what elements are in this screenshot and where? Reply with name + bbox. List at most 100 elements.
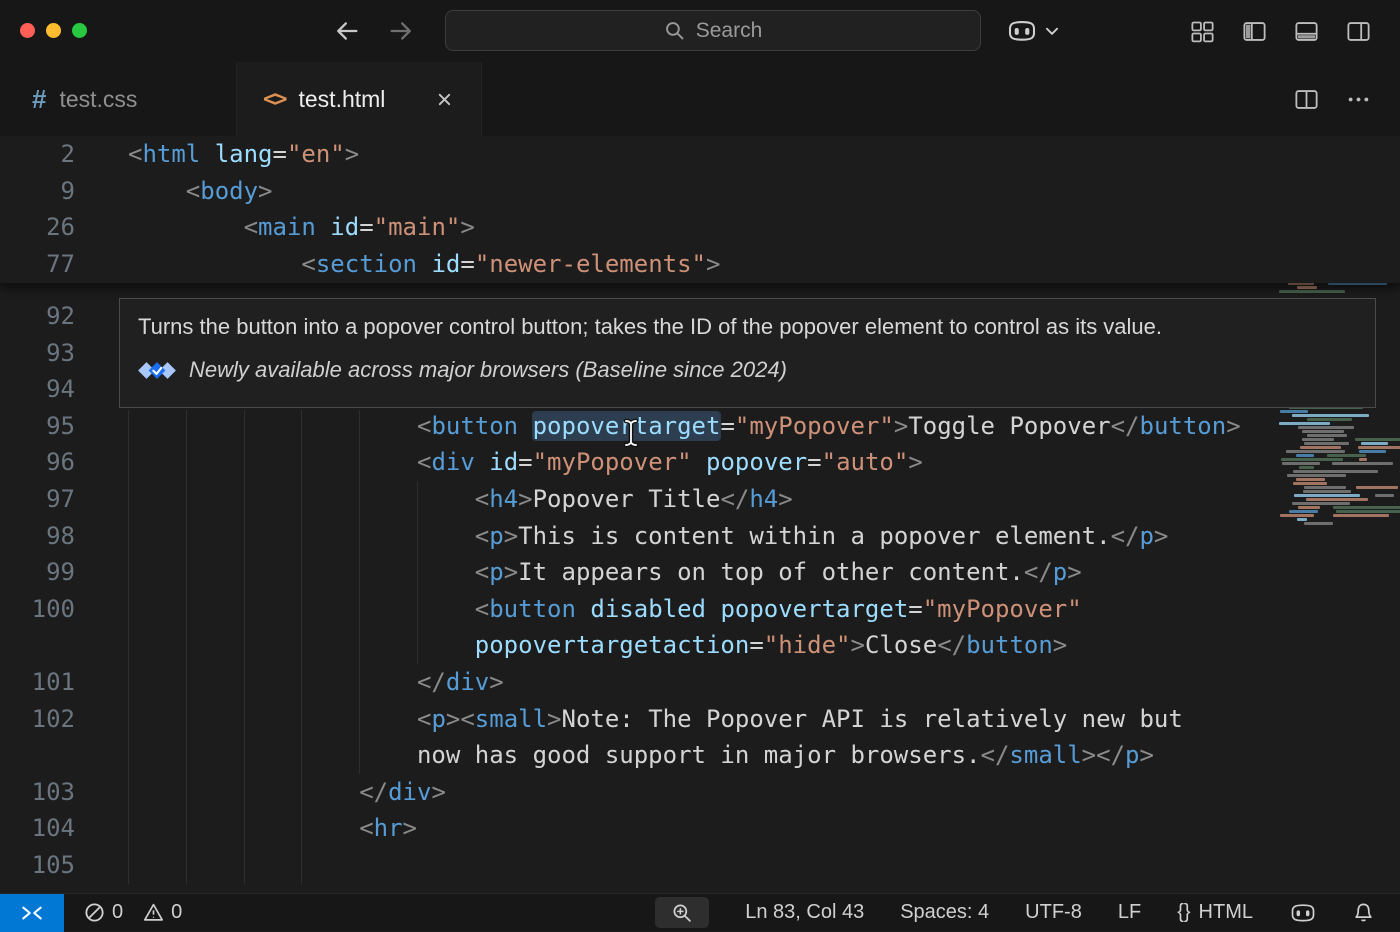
line-number: 101 xyxy=(0,664,100,701)
error-icon xyxy=(84,902,105,923)
sidebar-left-icon xyxy=(1241,18,1268,45)
line-number: 2 xyxy=(0,136,100,173)
toggle-panel-button[interactable] xyxy=(1292,17,1320,45)
text-cursor-pointer xyxy=(622,418,640,448)
copilot-menu-button[interactable] xyxy=(1006,17,1061,45)
line-number: 103 xyxy=(0,774,100,811)
code-line[interactable]: <main id="main"> xyxy=(100,209,475,246)
toggle-primary-sidebar-button[interactable] xyxy=(1240,17,1268,45)
status-bar: 0 0 Ln 83, Col 43 Spaces: 4 UTF-8 LF {} … xyxy=(0,893,1400,931)
window-controls xyxy=(20,23,87,38)
eol-status[interactable]: LF xyxy=(1118,901,1141,924)
layout-controls xyxy=(1188,17,1372,45)
minimize-window-button[interactable] xyxy=(46,23,61,38)
line-number: 102 xyxy=(0,701,100,738)
line-number: 100 xyxy=(0,591,100,628)
code-row: 96 <div id="myPopover" popover="auto"> xyxy=(0,444,1400,481)
problems-status[interactable]: 0 0 xyxy=(84,901,182,924)
toggle-secondary-sidebar-button[interactable] xyxy=(1344,17,1372,45)
code-row: 102 <p><small>Note: The Popover API is r… xyxy=(0,701,1400,738)
code-line[interactable]: now has good support in major browsers.<… xyxy=(100,737,1154,774)
remote-indicator[interactable] xyxy=(0,894,64,932)
code-line[interactable]: <button disabled popovertarget="myPopove… xyxy=(100,591,1082,628)
sidebar-right-icon xyxy=(1345,18,1372,45)
line-number: 94 xyxy=(0,371,100,408)
tab-test-css[interactable]: # test.css xyxy=(0,62,237,136)
line-number: 26 xyxy=(0,209,100,246)
code-line[interactable]: <body> xyxy=(100,173,273,210)
code-line[interactable]: <div id="myPopover" popover="auto"> xyxy=(100,444,923,481)
code-line[interactable]: <hr> xyxy=(100,810,417,847)
search-command-center[interactable]: Search xyxy=(445,10,981,51)
language-label: HTML xyxy=(1199,901,1253,924)
code-line[interactable]: popovertargetaction="hide">Close</button… xyxy=(100,627,1067,664)
line-number: 96 xyxy=(0,444,100,481)
code-line[interactable]: </div> xyxy=(100,664,504,701)
vscode-window: Search # t xyxy=(0,0,1400,931)
zoom-status-button[interactable] xyxy=(655,897,709,928)
titlebar: Search xyxy=(0,0,1400,62)
close-tab-button[interactable] xyxy=(434,89,455,110)
line-number: 93 xyxy=(0,335,100,372)
code-line[interactable]: <p>This is content within a popover elem… xyxy=(100,518,1168,555)
code-line[interactable]: </div> xyxy=(100,774,446,811)
language-mode-status[interactable]: {} HTML xyxy=(1177,901,1253,924)
close-window-button[interactable] xyxy=(20,23,35,38)
panel-bottom-icon xyxy=(1293,18,1320,45)
warning-count: 0 xyxy=(171,901,182,924)
back-button[interactable] xyxy=(330,15,364,47)
arrow-right-icon xyxy=(387,17,415,45)
tab-test-html[interactable]: <> test.html xyxy=(237,62,482,136)
code-row: 103 </div> xyxy=(0,774,1400,811)
editor-actions xyxy=(1292,62,1372,136)
hover-tooltip: Turns the button into a popover control … xyxy=(119,298,1376,408)
code-line[interactable]: <html lang="en"> xyxy=(100,136,359,173)
code-line[interactable]: <button popovertarget="myPopover">Toggle… xyxy=(100,408,1241,445)
forward-button[interactable] xyxy=(384,15,418,47)
braces-icon: {} xyxy=(1177,901,1190,924)
cursor-position-status[interactable]: Ln 83, Col 43 xyxy=(745,901,864,924)
history-navigation xyxy=(330,15,418,47)
chevron-down-icon xyxy=(1043,22,1061,40)
search-placeholder: Search xyxy=(696,19,763,43)
notifications-button[interactable] xyxy=(1353,902,1374,923)
tab-bar: # test.css <> test.html xyxy=(0,62,1400,136)
more-actions-button[interactable] xyxy=(1344,85,1372,113)
status-bar-right: Ln 83, Col 43 Spaces: 4 UTF-8 LF {} HTML xyxy=(655,897,1400,928)
code-row: now has good support in major browsers.<… xyxy=(0,737,1400,774)
code-row: 101 </div> xyxy=(0,664,1400,701)
code-row: 104 <hr> xyxy=(0,810,1400,847)
code-row: 97 <h4>Popover Title</h4> xyxy=(0,481,1400,518)
line-number: 77 xyxy=(0,246,100,283)
line-number: 92 xyxy=(0,298,100,335)
line-number: 9 xyxy=(0,173,100,210)
error-count: 0 xyxy=(112,901,123,924)
code-row: 95 <button popovertarget="myPopover">Tog… xyxy=(0,408,1400,445)
code-line[interactable]: <p>It appears on top of other content.</… xyxy=(100,554,1082,591)
tab-label-html: test.html xyxy=(299,86,386,113)
split-editor-button[interactable] xyxy=(1292,85,1320,113)
copilot-icon xyxy=(1289,901,1317,925)
warning-icon xyxy=(143,902,164,923)
remote-icon xyxy=(20,904,44,922)
indentation-status[interactable]: Spaces: 4 xyxy=(900,901,989,924)
maximize-window-button[interactable] xyxy=(72,23,87,38)
css-file-icon: # xyxy=(32,84,46,115)
customize-layout-button[interactable] xyxy=(1188,17,1216,45)
line-number: 95 xyxy=(0,408,100,445)
encoding-status[interactable]: UTF-8 xyxy=(1025,901,1082,924)
code-line[interactable] xyxy=(100,847,128,884)
line-number: 97 xyxy=(0,481,100,518)
line-number: 99 xyxy=(0,554,100,591)
editor: 92939495 <button popovertarget="myPopove… xyxy=(0,136,1400,893)
code-line[interactable]: <h4>Popover Title</h4> xyxy=(100,481,793,518)
tab-label-css: test.css xyxy=(59,86,137,113)
html-file-icon: <> xyxy=(263,87,286,112)
code-row: 98 <p>This is content within a popover e… xyxy=(0,518,1400,555)
line-number: 104 xyxy=(0,810,100,847)
code-line[interactable]: <p><small>Note: The Popover API is relat… xyxy=(100,701,1183,738)
code-row: 105 xyxy=(0,847,1400,884)
line-number xyxy=(0,627,100,664)
copilot-status[interactable] xyxy=(1289,901,1317,925)
code-line[interactable]: <section id="newer-elements"> xyxy=(100,246,720,283)
